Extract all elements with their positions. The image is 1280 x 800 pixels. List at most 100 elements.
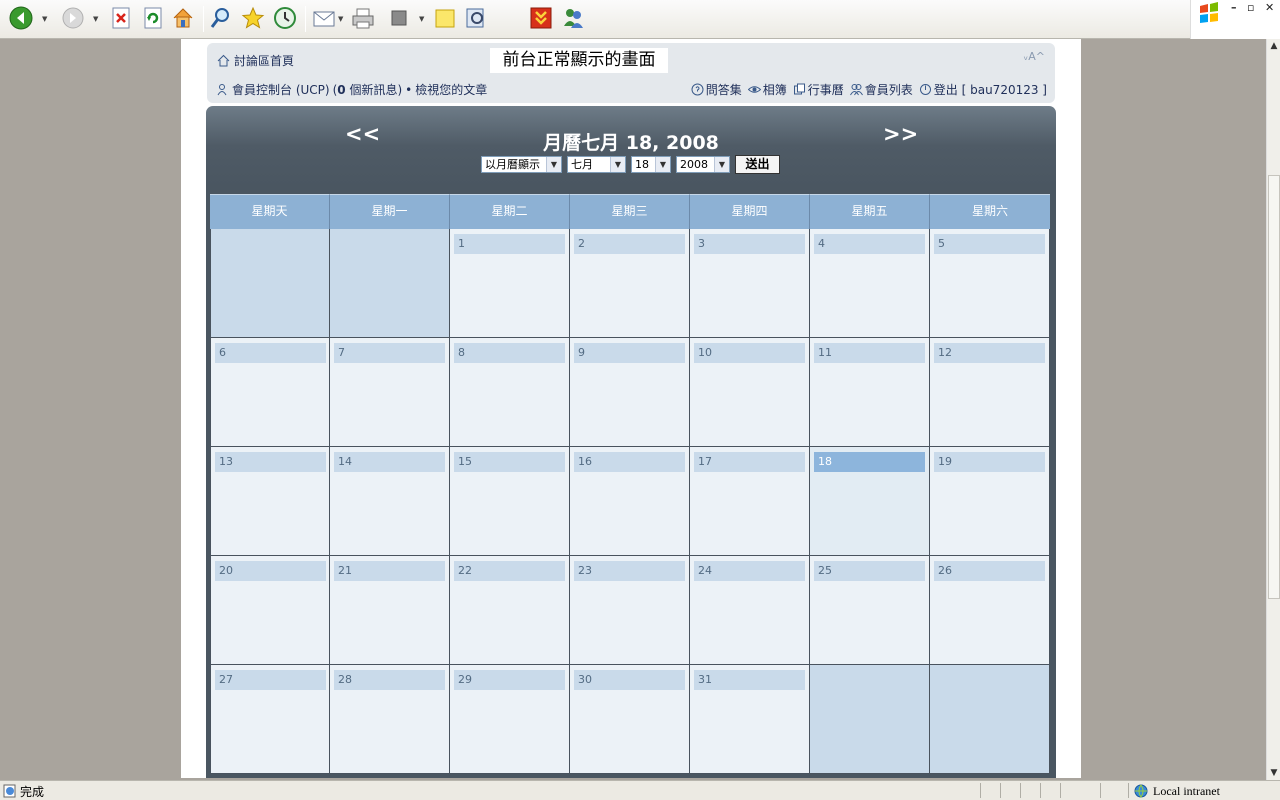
day-number[interactable]: 31: [694, 670, 805, 690]
calendar-day-cell[interactable]: 27: [210, 665, 330, 774]
research-icon[interactable]: [463, 5, 489, 31]
day-number[interactable]: 5: [934, 234, 1045, 254]
day-number[interactable]: 2: [574, 234, 685, 254]
edit-dropdown-icon[interactable]: ▼: [419, 15, 424, 23]
mail-dropdown-icon[interactable]: ▼: [338, 15, 343, 23]
calendar-day-cell[interactable]: 12: [930, 338, 1050, 447]
day-number[interactable]: 15: [454, 452, 565, 472]
day-number[interactable]: 25: [814, 561, 925, 581]
calendar-day-cell[interactable]: 31: [690, 665, 810, 774]
scroll-thumb[interactable]: [1268, 175, 1280, 599]
forward-icon[interactable]: [60, 5, 86, 31]
day-number[interactable]: 29: [454, 670, 565, 690]
forward-dropdown-icon[interactable]: ▼: [93, 15, 98, 23]
calendar-day-cell[interactable]: 13: [210, 447, 330, 556]
forum-home-link[interactable]: 討論區首頁: [217, 52, 294, 69]
restore-icon[interactable]: ▫: [1247, 1, 1254, 14]
calendar-day-cell[interactable]: 14: [330, 447, 450, 556]
day-number[interactable]: 10: [694, 343, 805, 363]
calendar-day-cell[interactable]: 28: [330, 665, 450, 774]
calendar-day-cell[interactable]: 26: [930, 556, 1050, 665]
calendar-link[interactable]: 行事曆: [793, 81, 844, 98]
discuss-icon[interactable]: [432, 5, 458, 31]
day-number[interactable]: 1: [454, 234, 565, 254]
messages-link[interactable]: (0 個新訊息): [333, 81, 403, 98]
home-icon[interactable]: [170, 5, 196, 31]
flashget-icon[interactable]: [528, 5, 554, 31]
day-number[interactable]: 18: [814, 452, 925, 472]
calendar-day-cell[interactable]: 9: [570, 338, 690, 447]
faq-link[interactable]: 問答集: [691, 81, 742, 98]
stop-icon[interactable]: [108, 5, 134, 31]
day-number[interactable]: 20: [215, 561, 326, 581]
day-number[interactable]: 9: [574, 343, 685, 363]
print-icon[interactable]: [350, 5, 376, 31]
mail-icon[interactable]: [311, 5, 337, 31]
day-number[interactable]: 12: [934, 343, 1045, 363]
calendar-day-cell[interactable]: 19: [930, 447, 1050, 556]
calendar-day-cell[interactable]: 3: [690, 229, 810, 338]
back-icon[interactable]: [8, 5, 34, 31]
day-select[interactable]: 18 ▼: [631, 156, 671, 173]
calendar-day-cell[interactable]: 24: [690, 556, 810, 665]
close-icon[interactable]: ✕: [1265, 1, 1274, 14]
ucp-link[interactable]: 會員控制台 (UCP): [217, 81, 330, 98]
minimize-icon[interactable]: –: [1231, 1, 1237, 14]
font-size-control[interactable]: ᵥA^: [1024, 50, 1045, 63]
calendar-day-cell[interactable]: 11: [810, 338, 930, 447]
calendar-day-cell[interactable]: 10: [690, 338, 810, 447]
next-month-link[interactable]: >>: [883, 122, 918, 146]
calendar-day-cell[interactable]: 1: [450, 229, 570, 338]
history-icon[interactable]: [272, 5, 298, 31]
calendar-day-cell[interactable]: 5: [930, 229, 1050, 338]
calendar-day-cell[interactable]: 17: [690, 447, 810, 556]
calendar-day-cell[interactable]: 25: [810, 556, 930, 665]
memberlist-link[interactable]: 會員列表: [849, 81, 913, 98]
calendar-day-cell[interactable]: 8: [450, 338, 570, 447]
month-select[interactable]: 七月 ▼: [567, 156, 626, 173]
scroll-up-icon[interactable]: ▲: [1267, 39, 1280, 53]
calendar-day-cell[interactable]: 21: [330, 556, 450, 665]
calendar-day-cell[interactable]: 6: [210, 338, 330, 447]
calendar-day-cell[interactable]: 23: [570, 556, 690, 665]
search-icon[interactable]: [208, 5, 234, 31]
day-number[interactable]: 4: [814, 234, 925, 254]
day-number[interactable]: 7: [334, 343, 445, 363]
edit-icon[interactable]: [386, 5, 412, 31]
day-number[interactable]: 21: [334, 561, 445, 581]
day-number[interactable]: 11: [814, 343, 925, 363]
album-link[interactable]: 相簿: [747, 81, 787, 98]
view-posts-link[interactable]: 檢視您的文章: [415, 81, 487, 98]
year-select[interactable]: 2008 ▼: [676, 156, 730, 173]
calendar-day-cell[interactable]: 22: [450, 556, 570, 665]
day-number[interactable]: 6: [215, 343, 326, 363]
day-number[interactable]: 3: [694, 234, 805, 254]
view-mode-select[interactable]: 以月曆顯示 ▼: [481, 156, 562, 173]
day-number[interactable]: 22: [454, 561, 565, 581]
day-number[interactable]: 28: [334, 670, 445, 690]
back-dropdown-icon[interactable]: ▼: [42, 15, 47, 23]
day-number[interactable]: 8: [454, 343, 565, 363]
day-number[interactable]: 14: [334, 452, 445, 472]
prev-month-link[interactable]: <<: [345, 122, 380, 146]
calendar-day-cell-today[interactable]: 18: [810, 447, 930, 556]
submit-button[interactable]: 送出: [735, 155, 780, 174]
day-number[interactable]: 26: [934, 561, 1045, 581]
day-number[interactable]: 17: [694, 452, 805, 472]
calendar-day-cell[interactable]: 7: [330, 338, 450, 447]
refresh-icon[interactable]: [140, 5, 166, 31]
calendar-day-cell[interactable]: 30: [570, 665, 690, 774]
day-number[interactable]: 16: [574, 452, 685, 472]
day-number[interactable]: 24: [694, 561, 805, 581]
logout-link[interactable]: 登出 [ bau720123 ]: [919, 81, 1047, 98]
calendar-day-cell[interactable]: 4: [810, 229, 930, 338]
calendar-day-cell[interactable]: 16: [570, 447, 690, 556]
day-number[interactable]: 23: [574, 561, 685, 581]
calendar-day-cell[interactable]: 15: [450, 447, 570, 556]
vertical-scrollbar[interactable]: ▲ ▼: [1266, 39, 1280, 780]
day-number[interactable]: 19: [934, 452, 1045, 472]
calendar-day-cell[interactable]: 29: [450, 665, 570, 774]
day-number[interactable]: 13: [215, 452, 326, 472]
calendar-day-cell[interactable]: 2: [570, 229, 690, 338]
favorites-icon[interactable]: [240, 5, 266, 31]
